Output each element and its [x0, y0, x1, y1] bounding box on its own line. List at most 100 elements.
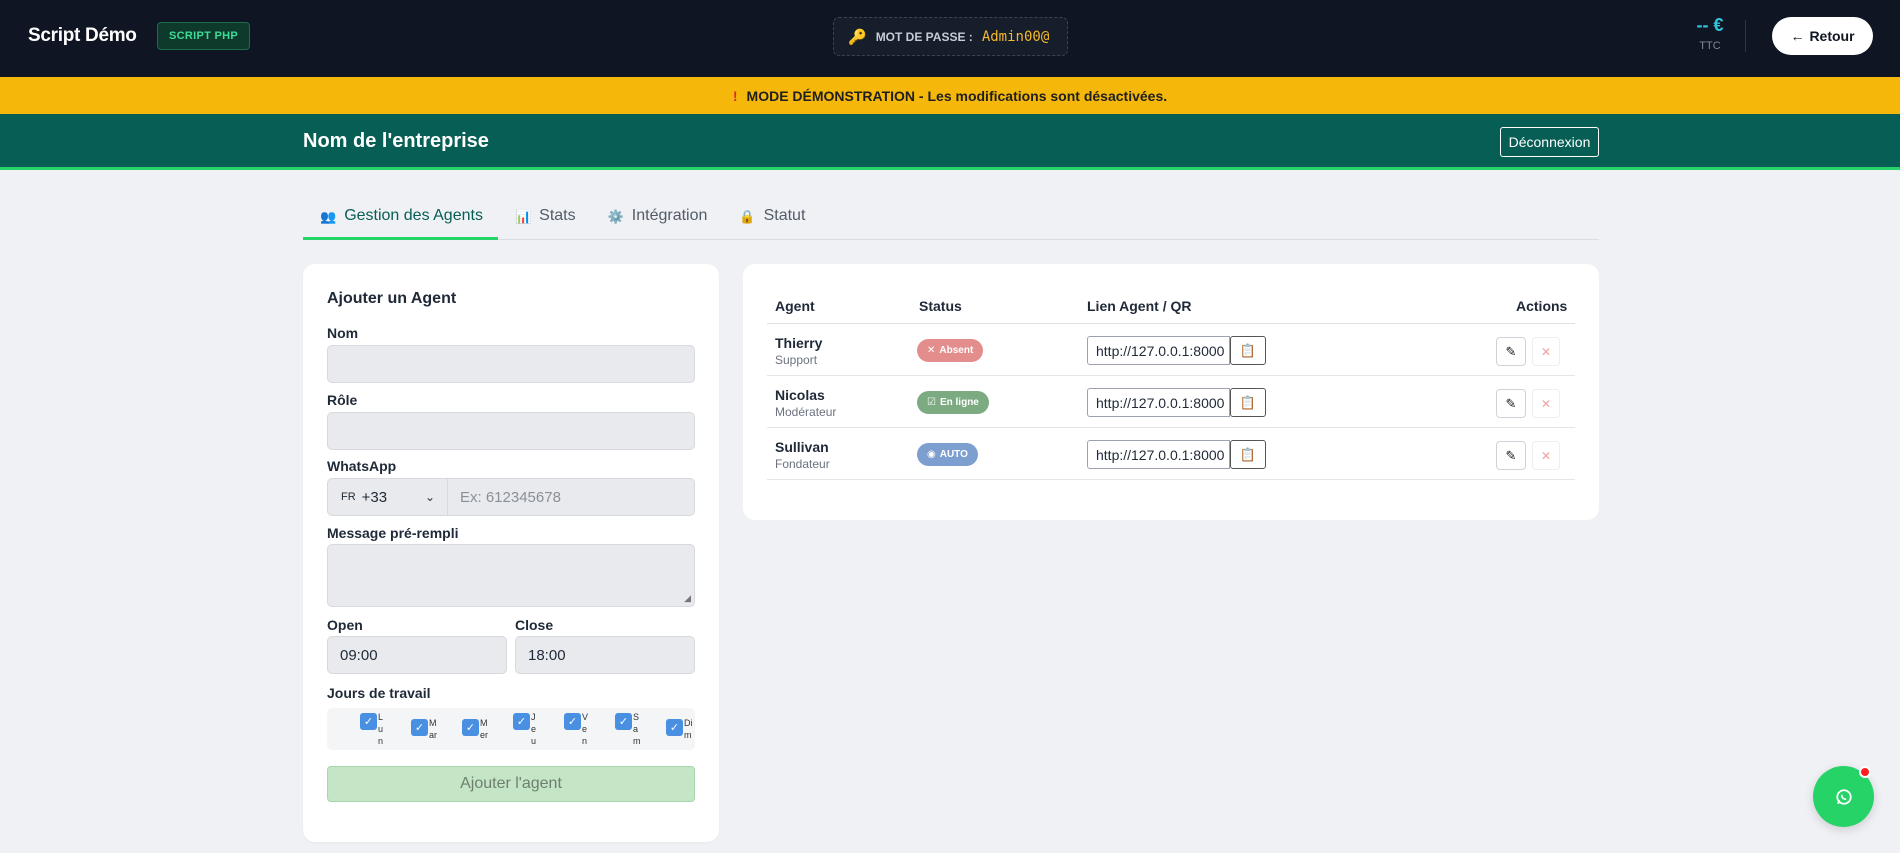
tab-status[interactable]: 🔒 Statut	[722, 204, 820, 240]
close-icon: ✕	[1540, 448, 1552, 463]
status-label: Absent	[939, 345, 974, 356]
tab-bar: 👥 Gestion des Agents 📊 Stats ⚙️ Intégrat…	[303, 204, 1599, 240]
message-textarea[interactable]: ◢	[327, 544, 695, 607]
name-input[interactable]	[327, 345, 695, 383]
notification-dot	[1859, 766, 1871, 778]
delete-agent-button[interactable]: ✕	[1532, 441, 1560, 470]
company-header: Nom de l'entreprise Déconnexion	[0, 114, 1900, 170]
price-value: -- €	[1696, 15, 1724, 35]
demo-mode-banner: ! MODE DÉMONSTRATION - Les modifications…	[0, 77, 1900, 114]
agent-role: Support	[775, 353, 818, 367]
day-checkbox-mon[interactable]: ✓ Lun	[360, 711, 387, 747]
back-button-label: Retour	[1809, 28, 1855, 44]
status-label: AUTO	[939, 449, 968, 460]
agent-role: Fondateur	[775, 457, 830, 471]
agent-role: Modérateur	[775, 405, 837, 419]
add-agent-button[interactable]: Ajouter l'agent	[327, 766, 695, 802]
phone-input[interactable]: Ex: 612345678	[448, 479, 694, 515]
clipboard-icon: 📋	[1239, 446, 1257, 462]
day-checkbox-sat[interactable]: ✓ Sam	[615, 711, 642, 747]
country-code-select[interactable]: FR +33 ⌄	[328, 479, 448, 515]
whatsapp-icon	[1835, 788, 1852, 805]
day-checkbox-sun[interactable]: ✓ Dim	[666, 717, 693, 741]
status-badge[interactable]: ☑ En ligne	[917, 391, 989, 414]
logout-button[interactable]: Déconnexion	[1500, 127, 1599, 157]
status-badge[interactable]: ◉ AUTO	[917, 443, 978, 466]
chevron-down-icon: ⌄	[424, 490, 435, 504]
message-label: Message pré-rempli	[327, 525, 459, 541]
edit-agent-button[interactable]: ✎	[1496, 337, 1526, 366]
company-name: Nom de l'entreprise	[303, 130, 489, 152]
price-display: -- € TTC	[1680, 15, 1740, 52]
table-row: Thierry Support ✕ Absent http://127.0.0.…	[767, 324, 1575, 376]
tab-stats[interactable]: 📊 Stats	[498, 204, 591, 240]
close-icon: ✕	[1540, 396, 1552, 411]
close-icon: ✕	[927, 345, 936, 356]
resize-handle-icon[interactable]: ◢	[684, 593, 691, 604]
pencil-icon: ✎	[1505, 395, 1517, 411]
name-label: Nom	[327, 325, 359, 341]
demo-password-box: 🔑 MOT DE PASSE : Admin00@	[833, 17, 1068, 56]
price-ttc-label: TTC	[1699, 40, 1721, 52]
agent-name: Nicolas	[775, 387, 825, 403]
agent-name: Thierry	[775, 335, 823, 351]
delete-agent-button[interactable]: ✕	[1532, 389, 1560, 418]
agent-link-input[interactable]: http://127.0.0.1:8000	[1087, 336, 1230, 365]
role-label: Rôle	[327, 392, 358, 408]
checkmark-icon: ✓	[360, 713, 377, 730]
status-label: En ligne	[939, 397, 979, 408]
tab-label: Statut	[763, 207, 806, 224]
gear-icon: ⚙️	[607, 209, 624, 224]
copy-link-button[interactable]: 📋	[1230, 388, 1266, 417]
top-bar: Script Démo SCRIPT PHP 🔑 MOT DE PASSE : …	[0, 0, 1900, 77]
back-button[interactable]: ← Retour	[1772, 17, 1873, 55]
edit-agent-button[interactable]: ✎	[1496, 389, 1526, 418]
delete-agent-button[interactable]: ✕	[1532, 337, 1560, 366]
whatsapp-label: WhatsApp	[327, 458, 397, 474]
checkmark-icon: ✓	[615, 713, 632, 730]
role-input[interactable]	[327, 412, 695, 450]
checkmark-icon: ✓	[564, 713, 581, 730]
table-row: Sullivan Fondateur ◉ AUTO http://127.0.0…	[767, 428, 1575, 480]
topbar-divider	[1745, 20, 1746, 52]
pencil-icon: ✎	[1505, 343, 1517, 359]
copy-link-button[interactable]: 📋	[1230, 336, 1266, 365]
tab-label: Intégration	[631, 207, 708, 224]
close-time-input[interactable]: 18:00	[515, 636, 695, 674]
close-icon: ✕	[1540, 344, 1552, 359]
users-icon: 👥	[320, 209, 337, 224]
header-status: Status	[919, 298, 962, 314]
agent-link-input[interactable]: http://127.0.0.1:8000	[1087, 388, 1230, 417]
check-icon: ☑	[927, 397, 936, 408]
clipboard-icon: 📋	[1239, 342, 1257, 358]
brand-title: Script Démo	[28, 25, 137, 46]
lock-icon: 🔒	[739, 209, 756, 224]
table-row: Nicolas Modérateur ☑ En ligne http://127…	[767, 376, 1575, 428]
open-time-input[interactable]: 09:00	[327, 636, 507, 674]
checkmark-icon: ✓	[462, 719, 479, 736]
day-checkbox-thu[interactable]: ✓ Jeu	[513, 711, 540, 747]
password-label: MOT DE PASSE :	[875, 29, 973, 44]
agents-table-card: Agent Status Lien Agent / QR Actions Thi…	[743, 264, 1599, 520]
country-dial-code: +33	[361, 488, 388, 506]
pencil-icon: ✎	[1505, 447, 1517, 463]
work-days-group: ✓ Lun ✓ Mar ✓ Mer ✓ Jeu ✓ Ven ✓ Sam ✓ Dim	[327, 708, 695, 750]
edit-agent-button[interactable]: ✎	[1496, 441, 1526, 470]
tab-agents[interactable]: 👥 Gestion des Agents	[303, 204, 498, 240]
agent-link-input[interactable]: http://127.0.0.1:8000	[1087, 440, 1230, 469]
day-checkbox-tue[interactable]: ✓ Mar	[411, 717, 438, 741]
add-agent-title: Ajouter un Agent	[327, 290, 457, 307]
add-agent-card: Ajouter un Agent Nom Rôle WhatsApp FR +3…	[303, 264, 719, 842]
open-label: Open	[327, 617, 363, 633]
status-badge[interactable]: ✕ Absent	[917, 339, 984, 362]
auto-icon: ◉	[927, 449, 936, 460]
copy-link-button[interactable]: 📋	[1230, 440, 1266, 469]
chart-icon: 📊	[514, 209, 532, 224]
arrow-left-icon: ←	[1790, 28, 1805, 44]
country-code: FR	[341, 491, 356, 503]
work-days-label: Jours de travail	[327, 685, 431, 701]
close-label: Close	[515, 617, 554, 633]
day-checkbox-wed[interactable]: ✓ Mer	[462, 717, 489, 741]
tab-integration[interactable]: ⚙️ Intégration	[591, 204, 723, 240]
day-checkbox-fri[interactable]: ✓ Ven	[564, 711, 591, 747]
